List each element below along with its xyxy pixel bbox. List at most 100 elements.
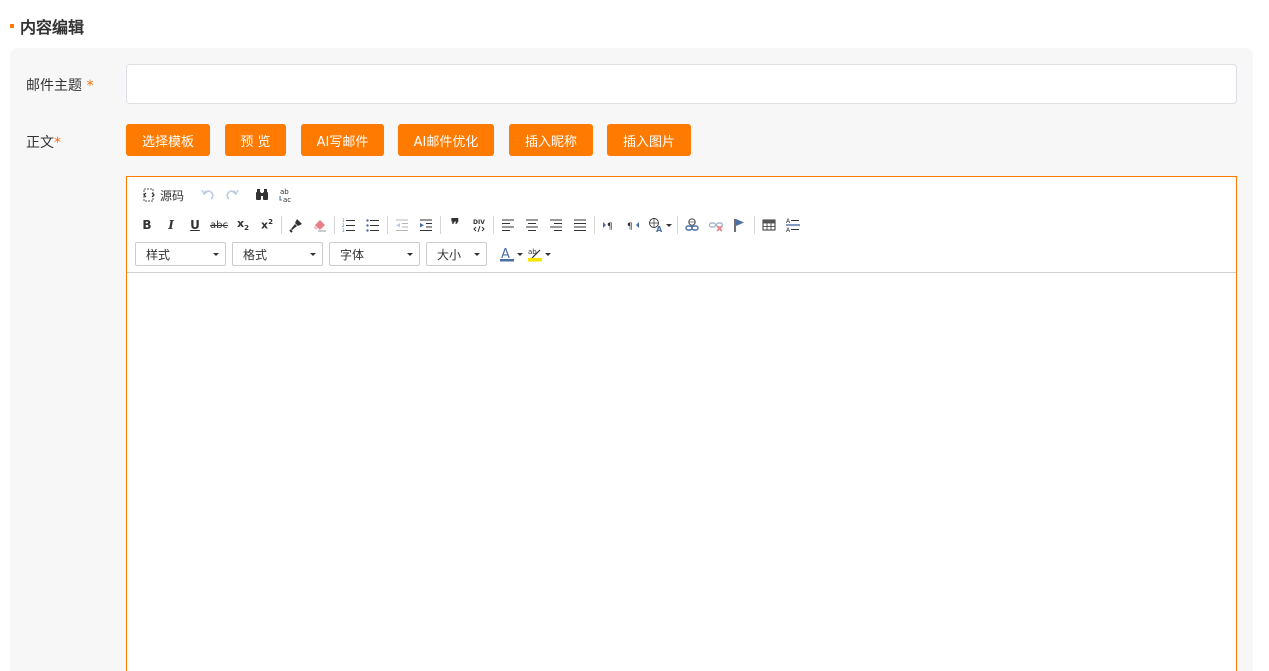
source-icon — [141, 187, 157, 203]
preview-button[interactable]: 预 览 — [225, 124, 286, 156]
subscript-button[interactable]: x2 — [231, 213, 255, 237]
section-header: 内容编辑 — [10, 14, 84, 38]
table-button[interactable] — [757, 213, 781, 237]
indent-button[interactable] — [414, 213, 438, 237]
styles-combo[interactable]: 样式 — [135, 242, 226, 266]
font-combo[interactable]: 字体 — [329, 242, 420, 266]
svg-text:¶: ¶ — [627, 222, 633, 232]
size-combo-label: 大小 — [437, 247, 462, 262]
chevron-down-icon — [474, 252, 480, 256]
align-left-button[interactable] — [496, 213, 520, 237]
section-title: 内容编辑 — [20, 18, 85, 37]
toolbar-separator — [440, 216, 441, 234]
redo-icon — [224, 187, 240, 203]
binoculars-icon — [254, 187, 270, 203]
quote-icon: ❞ — [450, 215, 460, 234]
source-label: 源码 — [160, 188, 185, 203]
numbered-list-icon: 123 — [341, 217, 357, 233]
ltr-button[interactable]: ¶ — [597, 213, 621, 237]
caret-icon — [545, 252, 551, 256]
toolbar-separator — [334, 216, 335, 234]
toolbar-separator — [754, 216, 755, 234]
background-color-button[interactable]: ab — [525, 242, 553, 266]
outdent-icon — [394, 217, 410, 233]
bulleted-list-icon — [365, 217, 381, 233]
body-label: 正文* — [26, 132, 61, 152]
select-template-button[interactable]: 选择模板 — [126, 124, 210, 156]
ai-optimize-button[interactable]: AI邮件优化 — [398, 124, 494, 156]
find-button[interactable] — [250, 183, 274, 207]
bulleted-list-button[interactable] — [361, 213, 385, 237]
language-button[interactable]: A — [645, 213, 675, 237]
italic-icon: I — [168, 218, 174, 232]
rtl-icon: ¶ — [625, 217, 641, 233]
editor-content-area[interactable] — [127, 273, 1236, 671]
insert-nickname-button[interactable]: 插入昵称 — [509, 124, 593, 156]
svg-text:DIV: DIV — [473, 219, 485, 226]
toolbar-separator — [387, 216, 388, 234]
unlink-icon — [708, 217, 724, 233]
create-div-button[interactable]: DIV — [467, 213, 491, 237]
table-icon — [761, 217, 777, 233]
toolbar-separator — [493, 216, 494, 234]
justify-icon — [572, 217, 588, 233]
undo-icon — [200, 187, 216, 203]
svg-text:A: A — [656, 225, 663, 233]
undo-button[interactable] — [196, 183, 220, 207]
div-container-icon: DIV — [471, 217, 487, 233]
remove-format-button[interactable] — [308, 213, 332, 237]
toolbar-separator — [677, 216, 678, 234]
ltr-icon: ¶ — [601, 217, 617, 233]
bold-button[interactable]: B — [135, 213, 159, 237]
toolbar-separator — [594, 216, 595, 234]
unlink-button[interactable] — [704, 213, 728, 237]
format-combo[interactable]: 格式 — [232, 242, 323, 266]
flag-icon — [732, 217, 748, 233]
blockquote-button[interactable]: ❞ — [443, 213, 467, 237]
underline-button[interactable]: U — [183, 213, 207, 237]
link-icon — [684, 217, 700, 233]
toolbar-row-3: 样式 格式 字体 大小 A ab — [135, 242, 553, 266]
anchor-button[interactable] — [728, 213, 752, 237]
caret-icon — [517, 252, 523, 256]
align-center-icon — [524, 217, 540, 233]
align-right-button[interactable] — [544, 213, 568, 237]
horizontal-rule-icon: AA — [785, 217, 801, 233]
font-combo-label: 字体 — [340, 247, 365, 262]
link-button[interactable] — [680, 213, 704, 237]
subject-label: 邮件主题 * — [26, 75, 93, 95]
underline-icon: U — [190, 218, 200, 232]
superscript-button[interactable]: x2 — [255, 213, 279, 237]
chevron-down-icon — [310, 252, 316, 256]
insert-image-button[interactable]: 插入图片 — [607, 124, 691, 156]
required-mark: * — [54, 135, 61, 151]
text-color-button[interactable]: A — [497, 242, 525, 266]
rtl-button[interactable]: ¶ — [621, 213, 645, 237]
italic-button[interactable]: I — [159, 213, 183, 237]
strike-button[interactable]: abc — [207, 213, 231, 237]
styles-combo-label: 样式 — [146, 247, 171, 262]
numbered-list-button[interactable]: 123 — [337, 213, 361, 237]
editor-toolbar: 源码 ab ac B I U abc x2 x2 1 2 3 ❞ DIV ¶ ¶… — [127, 177, 1236, 273]
svg-text:A: A — [786, 227, 791, 233]
size-combo[interactable]: 大小 — [426, 242, 487, 266]
rich-text-editor: 源码 ab ac B I U abc x2 x2 1 2 3 ❞ DIV ¶ ¶… — [126, 176, 1237, 671]
superscript-icon: x2 — [261, 218, 273, 232]
toolbar-separator — [281, 216, 282, 234]
horizontal-rule-button[interactable]: AA — [781, 213, 805, 237]
ai-write-button[interactable]: AI写邮件 — [301, 124, 384, 156]
svg-text:ac: ac — [283, 196, 291, 203]
copy-format-button[interactable] — [284, 213, 308, 237]
source-button[interactable]: 源码 — [137, 183, 188, 207]
subject-input[interactable] — [126, 64, 1237, 104]
align-center-button[interactable] — [520, 213, 544, 237]
strikethrough-icon: abc — [210, 219, 228, 231]
svg-text:3: 3 — [342, 228, 345, 233]
highlight-color-icon: ab — [527, 246, 543, 262]
replace-button[interactable]: ab ac — [274, 183, 298, 207]
redo-button[interactable] — [220, 183, 244, 207]
language-icon: A — [648, 217, 664, 233]
justify-button[interactable] — [568, 213, 592, 237]
indent-icon — [418, 217, 434, 233]
outdent-button[interactable] — [390, 213, 414, 237]
